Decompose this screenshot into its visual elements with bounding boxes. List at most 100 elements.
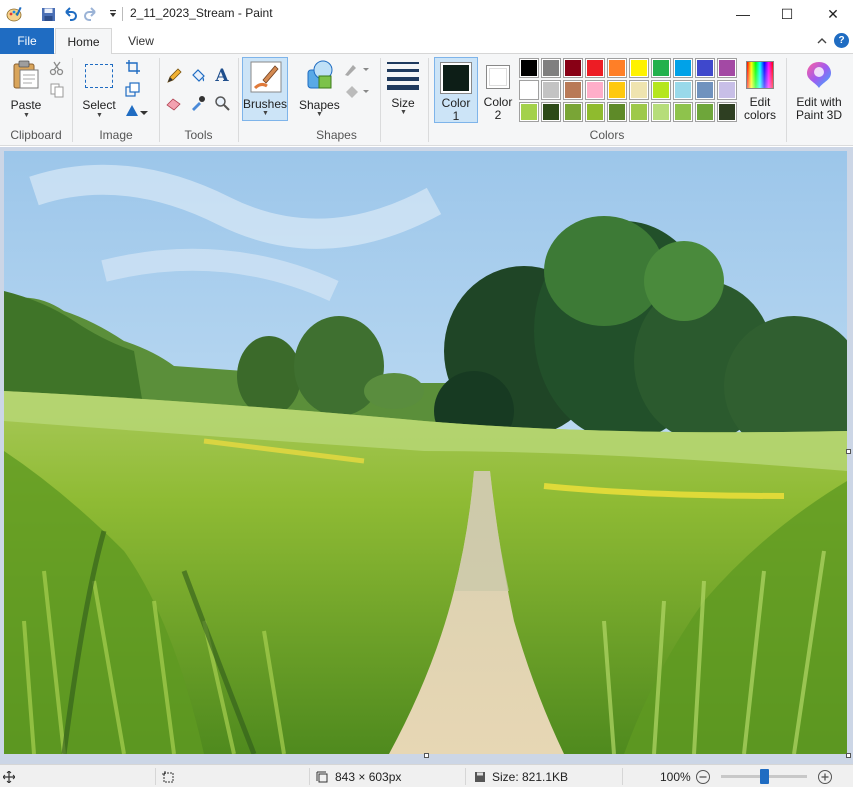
- chevron-down-icon[interactable]: [104, 5, 122, 23]
- size-button[interactable]: Size ▼: [384, 58, 422, 120]
- fill-icon[interactable]: [343, 82, 371, 100]
- palette-swatch[interactable]: [651, 58, 671, 78]
- clipboard-group: Paste ▼ Clipboard: [0, 54, 72, 146]
- title-bar: 2_11_2023_Stream - Paint — ☐ ✕: [0, 0, 853, 28]
- size-dropdown-icon[interactable]: ▼: [400, 109, 407, 116]
- close-button[interactable]: ✕: [810, 0, 853, 28]
- status-divider: [309, 768, 310, 785]
- cut-icon[interactable]: [48, 59, 66, 77]
- help-icon[interactable]: ?: [834, 33, 849, 48]
- palette-swatch[interactable]: [629, 80, 649, 100]
- palette-swatch[interactable]: [541, 80, 561, 100]
- palette-swatch[interactable]: [695, 58, 715, 78]
- color1-button[interactable]: Color 1: [434, 57, 478, 123]
- zoom-slider-thumb[interactable]: [759, 769, 769, 784]
- paste-dropdown-icon[interactable]: ▼: [23, 112, 30, 119]
- status-divider: [622, 768, 623, 785]
- color-picker-icon[interactable]: [189, 94, 207, 112]
- crop-icon[interactable]: [124, 58, 142, 76]
- paste-button[interactable]: Paste ▼: [10, 58, 42, 119]
- disk-icon: [474, 765, 486, 787]
- status-bar: 843 × 603px Size: 821.1KB 100%: [0, 764, 853, 787]
- zoom-slider[interactable]: [721, 769, 807, 784]
- select-dropdown-icon[interactable]: ▼: [96, 112, 103, 119]
- palette-swatch[interactable]: [585, 80, 605, 100]
- clipboard-group-label: Clipboard: [10, 128, 62, 142]
- palette-swatch[interactable]: [673, 102, 693, 122]
- brushes-dropdown-icon[interactable]: ▼: [262, 110, 269, 117]
- shapes-dropdown-icon[interactable]: ▼: [316, 111, 323, 118]
- pencil-icon[interactable]: [165, 67, 183, 85]
- edit-with-paint3d-button[interactable]: Edit with Paint 3D: [790, 57, 848, 123]
- select-label: Select: [82, 98, 116, 112]
- resize-handle-corner[interactable]: [846, 753, 851, 758]
- brushes-button[interactable]: Brushes ▼: [242, 57, 288, 121]
- palette-swatch[interactable]: [563, 58, 583, 78]
- collapse-ribbon-icon[interactable]: [815, 33, 829, 47]
- paste-label: Paste: [10, 98, 42, 112]
- color2-button[interactable]: Color 2: [481, 57, 521, 123]
- undo-icon[interactable]: [61, 5, 79, 23]
- palette-swatch[interactable]: [541, 102, 561, 122]
- palette-swatch[interactable]: [717, 102, 737, 122]
- palette-swatch[interactable]: [717, 58, 737, 78]
- palette-swatch[interactable]: [519, 80, 539, 100]
- resize-handle-right[interactable]: [846, 449, 851, 454]
- palette-swatch[interactable]: [563, 102, 583, 122]
- zoom-in-button[interactable]: [817, 765, 833, 787]
- palette-swatch[interactable]: [541, 58, 561, 78]
- size-label: Size: [391, 96, 415, 110]
- canvas[interactable]: [4, 151, 847, 754]
- palette-swatch[interactable]: [607, 80, 627, 100]
- tab-home[interactable]: Home: [55, 28, 112, 55]
- minimize-button[interactable]: —: [720, 0, 766, 28]
- palette-swatch[interactable]: [695, 80, 715, 100]
- resize-icon[interactable]: [124, 80, 142, 98]
- eraser-icon[interactable]: [165, 94, 183, 112]
- color2-label: Color: [483, 95, 513, 109]
- palette-swatch[interactable]: [673, 80, 693, 100]
- paint-palette-icon[interactable]: [6, 5, 24, 23]
- shapes-button[interactable]: Shapes ▼: [299, 58, 340, 118]
- shapes-group: Shapes ▼ Shapes: [293, 54, 380, 146]
- palette-swatch[interactable]: [673, 58, 693, 78]
- palette-swatch[interactable]: [585, 102, 605, 122]
- ribbon-separator: [238, 58, 239, 142]
- palette-swatch[interactable]: [519, 102, 539, 122]
- image-dimensions: 843 × 603px: [335, 769, 402, 784]
- resize-handle-bottom[interactable]: [424, 753, 429, 758]
- palette-swatch[interactable]: [585, 58, 605, 78]
- image-group-label: Image: [99, 128, 133, 142]
- palette-swatch[interactable]: [629, 58, 649, 78]
- palette-swatch[interactable]: [607, 102, 627, 122]
- ribbon-separator: [786, 58, 787, 142]
- cursor-position-icon: [3, 765, 15, 787]
- save-icon[interactable]: [39, 5, 57, 23]
- ribbon-tabs: File Home View ?: [0, 28, 853, 55]
- palette-swatch[interactable]: [629, 102, 649, 122]
- color2-swatch: [489, 68, 507, 86]
- tab-file[interactable]: File: [0, 28, 54, 54]
- tools-group: A Tools: [160, 54, 237, 146]
- palette-swatch[interactable]: [651, 102, 671, 122]
- maximize-button[interactable]: ☐: [764, 0, 810, 28]
- outline-icon[interactable]: [343, 60, 371, 78]
- palette-swatch[interactable]: [695, 102, 715, 122]
- zoom-out-button[interactable]: [695, 765, 711, 787]
- edit-colors-button[interactable]: Edit colors: [739, 57, 781, 123]
- tab-view[interactable]: View: [114, 28, 168, 54]
- copy-icon[interactable]: [48, 81, 66, 99]
- rotate-icon[interactable]: [124, 101, 150, 119]
- palette-swatch[interactable]: [717, 80, 737, 100]
- paint3d-icon: [807, 62, 831, 88]
- select-button[interactable]: Select ▼: [81, 58, 117, 119]
- magnifier-icon[interactable]: [213, 94, 231, 112]
- palette-swatch[interactable]: [607, 58, 627, 78]
- palette-swatch[interactable]: [651, 80, 671, 100]
- palette-swatch[interactable]: [563, 80, 583, 100]
- fill-bucket-icon[interactable]: [189, 67, 207, 85]
- redo-icon[interactable]: [82, 5, 100, 23]
- text-tool-icon[interactable]: A: [213, 66, 231, 86]
- brushes-label: Brushes: [243, 97, 288, 111]
- palette-swatch[interactable]: [519, 58, 539, 78]
